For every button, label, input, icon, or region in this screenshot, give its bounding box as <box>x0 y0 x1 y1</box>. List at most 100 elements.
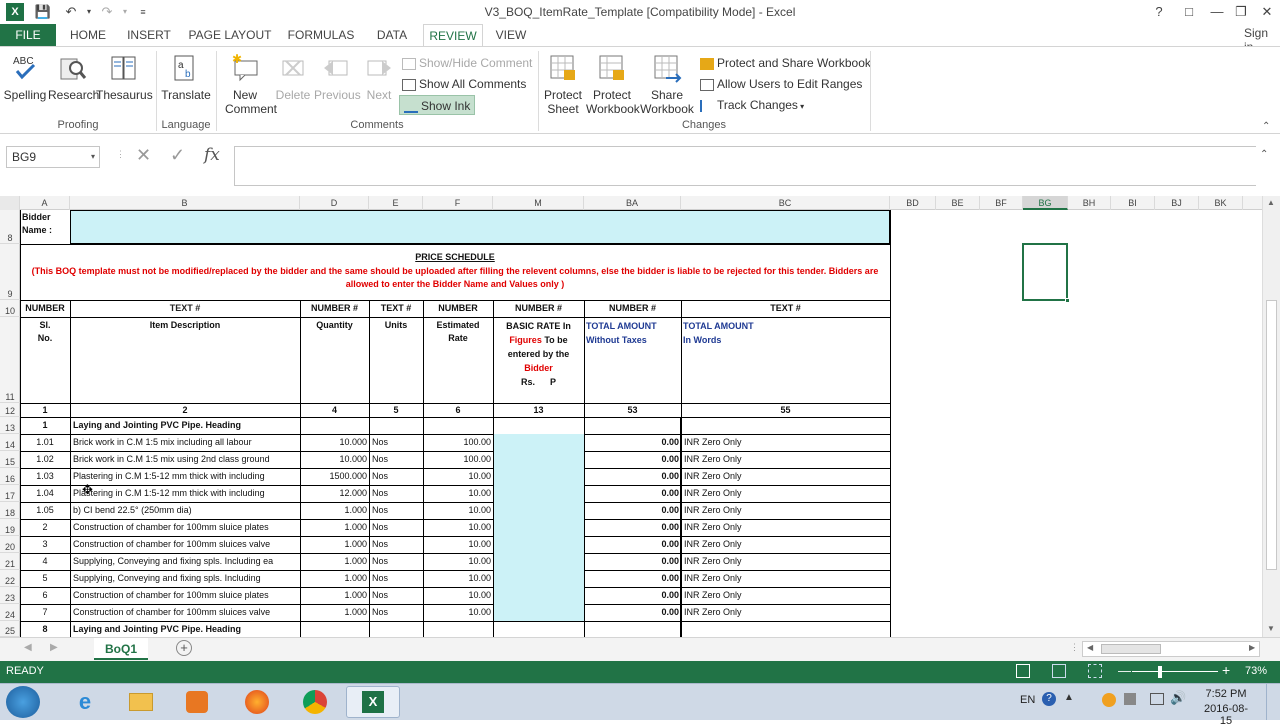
item-desc[interactable]: b) CI bend 22.5° (250mm dia) <box>73 504 298 517</box>
item-sl[interactable]: 1.05 <box>20 504 70 517</box>
basic-rate-input[interactable] <box>494 604 584 621</box>
column-header[interactable]: BJ <box>1155 196 1199 210</box>
column-header[interactable]: BD <box>890 196 936 210</box>
select-all-corner[interactable] <box>0 196 20 210</box>
track-changes-button[interactable]: Track Changes ▾ <box>700 95 804 115</box>
item-unit[interactable]: Nos <box>372 453 422 466</box>
row-header[interactable]: 24 <box>0 604 20 621</box>
show-hide-comment-button[interactable]: Show/Hide Comment <box>402 53 532 73</box>
network-icon[interactable] <box>1150 693 1164 705</box>
item-rate[interactable]: 100.00 <box>423 453 491 466</box>
close-icon[interactable]: ✕ <box>1254 2 1280 22</box>
basic-rate-input[interactable] <box>494 434 584 451</box>
item-desc[interactable]: Laying and Jointing PVC Pipe. Heading <box>73 419 298 432</box>
row-header[interactable]: 18 <box>0 502 20 519</box>
tab-split-icon[interactable]: ⋮ <box>1070 642 1079 653</box>
item-total[interactable]: 0.00 <box>584 453 679 466</box>
item-sl[interactable]: 7 <box>20 606 70 619</box>
basic-rate-input[interactable] <box>494 553 584 570</box>
tab-insert[interactable]: INSERT <box>122 24 176 46</box>
tab-formulas[interactable]: FORMULAS <box>284 24 358 46</box>
restore-icon[interactable]: ❐ <box>1228 2 1254 22</box>
expand-formula-bar-icon[interactable]: ⌃ <box>1260 149 1268 160</box>
volume-icon[interactable]: 🔊 <box>1170 690 1186 706</box>
item-words[interactable]: INR Zero Only <box>684 589 884 602</box>
column-header[interactable]: BE <box>936 196 980 210</box>
protect-workbook-button[interactable]: Protect Workbook <box>586 53 640 116</box>
item-desc[interactable]: Construction of chamber for 100mm sluice… <box>73 606 298 619</box>
item-total[interactable]: 0.00 <box>584 521 679 534</box>
basic-rate-input[interactable] <box>494 536 584 553</box>
tab-data[interactable]: DATA <box>368 24 416 46</box>
zoom-slider-thumb[interactable] <box>1158 666 1162 678</box>
item-desc[interactable]: Construction of chamber for 100mm sluice… <box>73 538 298 551</box>
basic-rate-input[interactable] <box>494 468 584 485</box>
item-desc[interactable]: Brick work in C.M 1:5 mix including all … <box>73 436 298 449</box>
firefox-taskbar-icon[interactable] <box>230 686 284 718</box>
item-total[interactable]: 0.00 <box>584 504 679 517</box>
item-sl[interactable]: 1.02 <box>20 453 70 466</box>
horizontal-scrollbar[interactable]: ◀ ▶ <box>1082 641 1260 657</box>
explorer-taskbar-icon[interactable] <box>114 686 168 718</box>
zoom-out-icon[interactable]: — <box>1118 663 1131 678</box>
show-all-comments-button[interactable]: Show All Comments <box>402 74 526 94</box>
item-unit[interactable]: Nos <box>372 572 422 585</box>
column-header[interactable]: BA <box>584 196 681 210</box>
item-desc[interactable]: Supplying, Conveying and fixing spls. In… <box>73 555 298 568</box>
ie-taskbar-icon[interactable]: e <box>58 686 112 718</box>
item-desc[interactable]: Laying and Jointing PVC Pipe. Heading <box>73 623 298 636</box>
enter-icon[interactable]: ✓ <box>170 145 185 166</box>
worksheet-grid[interactable]: Bidder Name : PRICE SCHEDULE (This BOQ t… <box>20 210 1262 637</box>
basic-rate-input[interactable] <box>494 587 584 604</box>
item-total[interactable]: 0.00 <box>584 538 679 551</box>
formula-input[interactable] <box>234 146 1256 186</box>
item-unit[interactable]: Nos <box>372 436 422 449</box>
row-header[interactable]: 10 <box>0 300 20 317</box>
item-rate[interactable]: 10.00 <box>423 572 491 585</box>
item-words[interactable]: INR Zero Only <box>684 521 884 534</box>
item-unit[interactable]: Nos <box>372 470 422 483</box>
show-ink-button[interactable]: Show Ink <box>399 95 476 115</box>
item-total[interactable]: 0.00 <box>584 436 679 449</box>
column-header[interactable]: M <box>493 196 584 210</box>
tray-app-icon[interactable] <box>1124 693 1136 705</box>
collapse-ribbon-icon[interactable]: ⌃ <box>1262 121 1270 132</box>
item-words[interactable]: INR Zero Only <box>684 504 884 517</box>
row-header[interactable]: 21 <box>0 553 20 570</box>
help-icon[interactable]: ? <box>1146 2 1172 22</box>
item-sl[interactable]: 8 <box>20 623 70 636</box>
insert-function-icon[interactable]: fx <box>204 145 220 165</box>
item-desc[interactable]: Construction of chamber for 100mm sluice… <box>73 521 298 534</box>
item-unit[interactable]: Nos <box>372 589 422 602</box>
row-header[interactable]: 22 <box>0 570 20 587</box>
clock-date[interactable]: 2016-08-15 <box>1198 703 1254 727</box>
item-words[interactable]: INR Zero Only <box>684 606 884 619</box>
scroll-up-icon[interactable]: ▲ <box>1267 198 1275 207</box>
column-header[interactable]: BH <box>1068 196 1111 210</box>
basic-rate-input[interactable] <box>494 485 584 502</box>
row-header[interactable]: 25 <box>0 621 20 637</box>
row-header[interactable]: 15 <box>0 451 20 468</box>
spelling-button[interactable]: ABC Spelling <box>2 53 48 102</box>
cancel-icon[interactable]: ✕ <box>136 145 151 166</box>
column-header[interactable]: BC <box>681 196 890 210</box>
tab-review[interactable]: REVIEW <box>423 24 483 46</box>
row-header[interactable]: 14 <box>0 434 20 451</box>
item-words[interactable]: INR Zero Only <box>684 470 884 483</box>
help-tray-icon[interactable]: ? <box>1042 692 1056 706</box>
media-player-taskbar-icon[interactable] <box>170 686 224 718</box>
normal-view-icon[interactable] <box>1016 664 1030 678</box>
item-qty[interactable]: 1500.000 <box>300 470 367 483</box>
column-header[interactable]: A <box>20 196 70 210</box>
previous-comment-button[interactable]: Previous <box>314 53 361 102</box>
sheet-tab-boq1[interactable]: BoQ1 <box>94 638 148 660</box>
column-header[interactable]: BF <box>980 196 1023 210</box>
item-qty[interactable]: 1.000 <box>300 606 367 619</box>
column-header-selected[interactable]: BG <box>1023 196 1068 210</box>
basic-rate-input[interactable] <box>494 570 584 587</box>
item-unit[interactable]: Nos <box>372 487 422 500</box>
item-rate[interactable]: 10.00 <box>423 606 491 619</box>
item-qty[interactable]: 1.000 <box>300 538 367 551</box>
chrome-taskbar-icon[interactable] <box>288 686 342 718</box>
item-qty[interactable]: 1.000 <box>300 521 367 534</box>
